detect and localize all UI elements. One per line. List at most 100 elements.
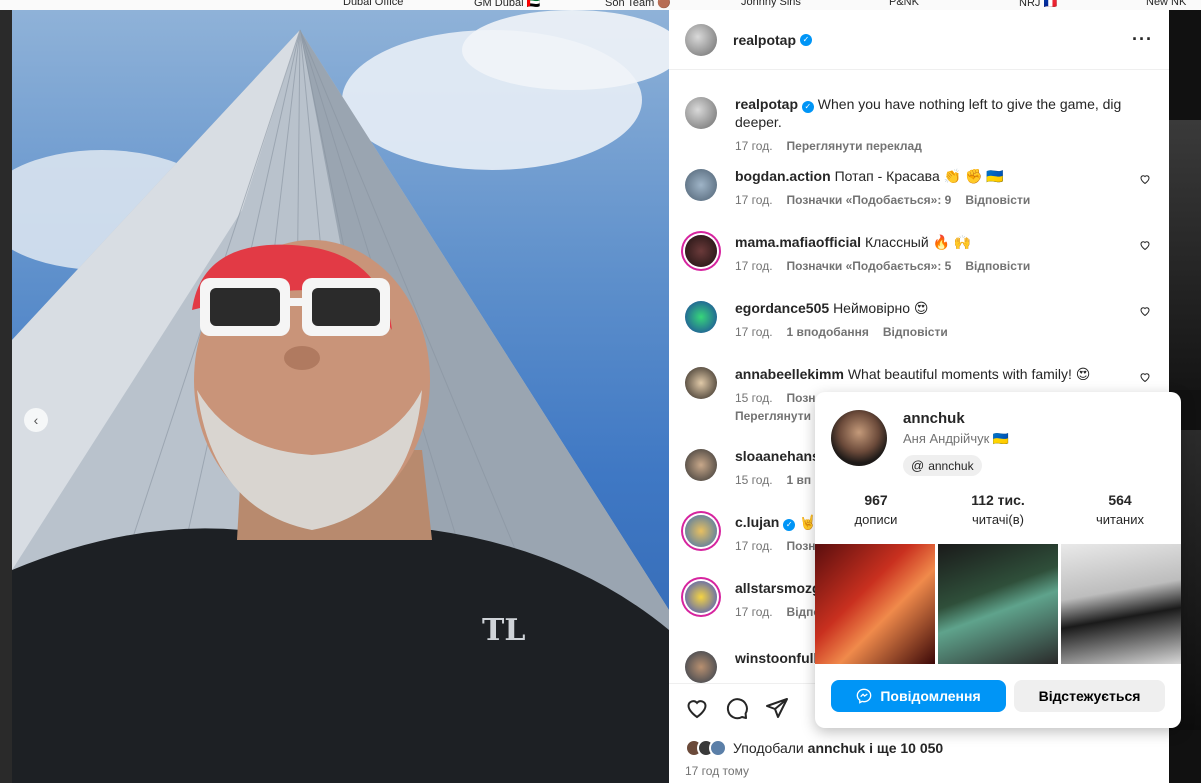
stat-value: 967 <box>864 492 888 508</box>
comment-time[interactable]: 15 год. <box>735 473 773 487</box>
caption-username[interactable]: realpotap <box>735 96 798 112</box>
comment-likes[interactable]: 1 вп <box>787 473 812 487</box>
recent-post-thumbnail[interactable] <box>1061 544 1181 664</box>
backdrop-left <box>0 10 12 783</box>
stat-following[interactable]: 564 читаних <box>1059 492 1181 527</box>
author-avatar[interactable] <box>685 23 717 56</box>
message-button-label: Повідомлення <box>880 688 981 704</box>
comment-likes[interactable]: Позначки «Подобається»: 5 <box>787 259 952 273</box>
stat-value: 112 тис. <box>971 492 1025 508</box>
story-label[interactable]: P&NK <box>889 0 919 8</box>
comment-username[interactable]: egordance505 <box>735 300 829 316</box>
hovercard-avatar[interactable] <box>831 410 887 466</box>
comment-username[interactable]: annabeellekimm <box>735 366 844 382</box>
comment-text: Потап - Красава 👏 ✊ 🇺🇦 <box>834 168 1004 184</box>
share-send-icon[interactable] <box>765 696 789 720</box>
liked-by-row[interactable]: Уподобали annchuk і ще 10 050 <box>685 739 943 757</box>
liked-by-suffix[interactable]: і ще 10 050 <box>869 740 943 756</box>
comment-likes[interactable]: Позначки «Подобається»: 9 <box>787 193 952 207</box>
comment-username[interactable]: sloaanehansc <box>735 448 828 464</box>
see-translation-link[interactable]: Переглянути п <box>735 409 822 423</box>
comment-likes[interactable]: Позн <box>787 391 816 405</box>
commenter-avatar[interactable] <box>685 449 717 481</box>
comment-username[interactable]: c.lujan <box>735 514 779 530</box>
message-button[interactable]: Повідомлення <box>831 680 1006 712</box>
story-label[interactable]: New NK <box>1146 0 1186 8</box>
comment-time[interactable]: 17 год. <box>735 539 773 553</box>
posted-time[interactable]: 17 год тому <box>685 764 749 778</box>
comment-username[interactable]: mama.mafiaofficial <box>735 234 861 250</box>
verified-badge-icon: ✓ <box>801 101 814 113</box>
story-label[interactable]: GM Dubai 🇦🇪 <box>474 0 540 9</box>
author-avatar[interactable] <box>685 97 717 129</box>
comment-time[interactable]: 15 год. <box>735 391 773 405</box>
stories-strip: Dubai Office GM Dubai 🇦🇪 Son Team 🟤 John… <box>0 0 1201 10</box>
comment-username[interactable]: allstarsmozg <box>735 580 821 596</box>
stat-posts: 967 дописи <box>815 492 937 527</box>
recent-post-thumbnail[interactable] <box>938 544 1058 664</box>
stat-followers[interactable]: 112 тис. читачі(в) <box>937 492 1059 527</box>
comment-text: Неймовірно 😍 <box>833 300 929 316</box>
comment-time[interactable]: 17 год. <box>735 259 773 273</box>
stat-label: читаних <box>1095 512 1144 527</box>
threads-handle: annchuk <box>928 458 974 473</box>
like-comment-heart-icon[interactable] <box>1139 173 1151 185</box>
author-username[interactable]: realpotap <box>733 32 796 48</box>
commenter-avatar[interactable] <box>685 169 717 201</box>
hovercard-stats: 967 дописи 112 тис. читачі(в) 564 читани… <box>815 492 1181 527</box>
hovercard-username[interactable]: annchuk <box>903 410 1009 427</box>
messenger-icon <box>857 688 872 704</box>
hovercard-recent-posts <box>815 544 1181 664</box>
caption-item: realpotap ✓ When you have nothing left t… <box>685 95 1155 153</box>
comment-time[interactable]: 17 год. <box>735 193 773 207</box>
reply-button[interactable]: Відповісти <box>965 193 1030 207</box>
comment-time[interactable]: 17 год. <box>735 325 773 339</box>
reply-button[interactable]: Відповісти <box>965 259 1030 273</box>
commenter-avatar[interactable] <box>685 515 717 547</box>
see-translation-link[interactable]: Переглянути переклад <box>787 139 922 153</box>
commenter-avatar[interactable] <box>685 367 717 399</box>
story-label[interactable]: NRJ 🇫🇷 <box>1019 0 1057 9</box>
comment-time[interactable]: 17 год. <box>735 605 773 619</box>
author-username-wrap[interactable]: realpotap ✓ <box>733 32 813 48</box>
background-thumbnail <box>1169 120 1201 390</box>
comment-likes[interactable]: 1 вподобання <box>787 325 869 339</box>
more-options-button[interactable]: ··· <box>1132 29 1153 50</box>
carousel-prev-button[interactable]: ‹ <box>24 408 48 432</box>
comment-bubble-icon[interactable] <box>725 696 749 720</box>
liked-by-user[interactable]: annchuk <box>808 740 866 756</box>
like-comment-heart-icon[interactable] <box>1139 239 1151 251</box>
story-label[interactable]: Johnny Sins <box>741 0 801 8</box>
commenter-avatar[interactable] <box>685 235 717 267</box>
comment-item: egordance505 Неймовірно 😍 17 год. 1 впод… <box>685 299 1155 339</box>
reply-button[interactable]: Відповісти <box>883 325 948 339</box>
comment-username[interactable]: winstoonfull <box>735 650 817 666</box>
selfie-illustration: TL <box>12 10 669 783</box>
profile-hovercard: annchuk Аня Андрійчук 🇺🇦 @ annchuk 967 д… <box>815 392 1181 728</box>
verified-badge-icon: ✓ <box>783 519 796 531</box>
like-comment-heart-icon[interactable] <box>1139 371 1151 383</box>
comment-item: bogdan.action Потап - Красава 👏 ✊ 🇺🇦 17 … <box>685 167 1155 207</box>
liked-by-prefix: Уподобали <box>733 740 804 756</box>
like-comment-heart-icon[interactable] <box>1139 305 1151 317</box>
commenter-avatar[interactable] <box>685 301 717 333</box>
comment-text: 🤘 <box>799 514 817 530</box>
comment-username[interactable]: bogdan.action <box>735 168 831 184</box>
comment-text: What beautiful moments with family! 😍 <box>847 366 1091 382</box>
verified-badge-icon: ✓ <box>800 33 813 46</box>
stat-label: читачі(в) <box>971 512 1024 527</box>
threads-badge[interactable]: @ annchuk <box>903 455 982 476</box>
like-heart-icon[interactable] <box>685 696 709 720</box>
commenter-avatar[interactable] <box>685 651 717 683</box>
recent-post-thumbnail[interactable] <box>815 544 935 664</box>
post-header: realpotap ✓ ··· <box>669 10 1169 70</box>
comment-text: Классный 🔥 🙌 <box>864 234 972 250</box>
story-label[interactable]: Dubai Office <box>343 0 403 8</box>
commenter-avatar[interactable] <box>685 581 717 613</box>
following-button[interactable]: Відстежується <box>1014 680 1165 712</box>
story-label[interactable]: Son Team 🟤 <box>605 0 671 9</box>
caption-time[interactable]: 17 год. <box>735 139 773 153</box>
hovercard-full-name: Аня Андрійчук 🇺🇦 <box>903 431 1010 446</box>
comment-item: mama.mafiaofficial Классный 🔥 🙌 17 год. … <box>685 233 1155 273</box>
threads-icon: @ <box>911 458 925 473</box>
